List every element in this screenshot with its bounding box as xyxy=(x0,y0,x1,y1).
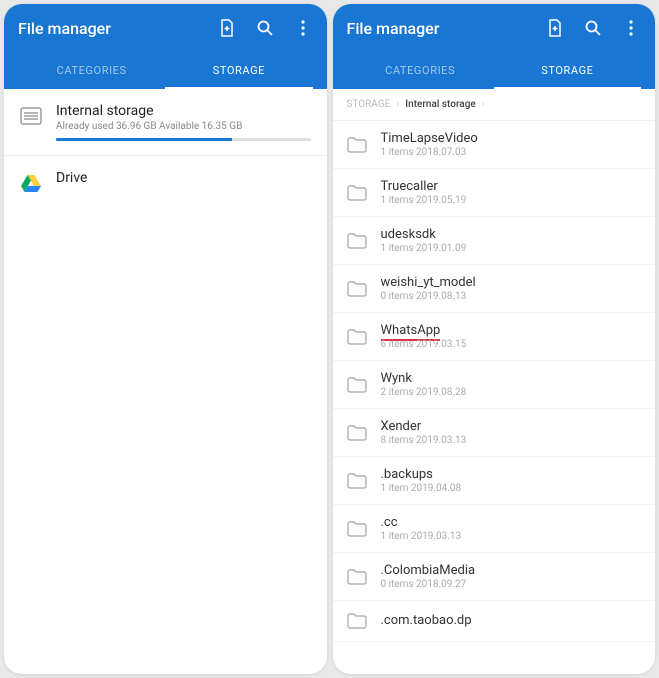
folder-name: .com.taobao.dp xyxy=(381,613,472,628)
storage-bar-fill xyxy=(56,138,232,141)
body-right: STORAGE › Internal storage › TimeLapseVi… xyxy=(333,89,656,674)
folder-sub: 1 items 2019.01.09 xyxy=(381,243,467,254)
drive-info: Drive xyxy=(56,170,311,188)
folder-sub: 1 items 2019.05.19 xyxy=(381,195,467,206)
folder-name: .ColombiaMedia xyxy=(381,563,476,578)
folder-row[interactable]: .ColombiaMedia0 items 2018.09.27 xyxy=(333,553,656,601)
chevron-right-icon: › xyxy=(396,99,399,110)
folder-row[interactable]: .cc1 item 2019.03.13 xyxy=(333,505,656,553)
search-icon[interactable] xyxy=(583,18,603,38)
body-left: Internal storage Already used 36.96 GB A… xyxy=(4,89,327,674)
folder-row[interactable]: Xender8 items 2019.03.13 xyxy=(333,409,656,457)
folder-name: Wynk xyxy=(381,371,467,386)
tab-categories[interactable]: CATEGORIES xyxy=(18,54,165,89)
tab-storage-r[interactable]: STORAGE xyxy=(494,54,641,89)
folder-name: WhatsApp xyxy=(381,323,467,338)
folder-list[interactable]: TimeLapseVideo1 items 2018.07.03 Truecall… xyxy=(333,121,656,672)
storage-bar xyxy=(56,138,311,141)
internal-storage-sub: Already used 36.96 GB Available 16.35 GB xyxy=(56,121,311,132)
more-icon[interactable] xyxy=(621,18,641,38)
folder-info: .cc1 item 2019.03.13 xyxy=(381,515,462,542)
folder-sub: 0 items 2019.08.13 xyxy=(381,291,476,302)
folder-icon xyxy=(347,135,367,155)
folder-icon xyxy=(347,327,367,347)
chevron-right-icon: › xyxy=(482,99,485,110)
folder-icon xyxy=(347,519,367,539)
folder-sub: 1 item 2019.03.13 xyxy=(381,531,462,542)
folder-sub: 1 items 2018.07.03 xyxy=(381,147,478,158)
folder-sub: 6 items 2019.03.15 xyxy=(381,339,467,350)
folder-info: .com.taobao.dp xyxy=(381,613,472,629)
folder-icon xyxy=(347,471,367,491)
header-top-r: File manager xyxy=(347,18,642,38)
folder-row[interactable]: .com.taobao.dp xyxy=(333,601,656,642)
folder-info: .backups1 item 2019.04.08 xyxy=(381,467,462,494)
drive-row[interactable]: Drive xyxy=(4,156,327,208)
folder-info: Truecaller1 items 2019.05.19 xyxy=(381,179,467,206)
folder-name: weishi_yt_model xyxy=(381,275,476,290)
tab-categories-r[interactable]: CATEGORIES xyxy=(347,54,494,89)
folder-info: TimeLapseVideo1 items 2018.07.03 xyxy=(381,131,478,158)
folder-sub: 8 items 2019.03.13 xyxy=(381,435,467,446)
internal-storage-name: Internal storage xyxy=(56,103,311,119)
internal-storage-icon xyxy=(20,105,42,127)
folder-name: Xender xyxy=(381,419,467,434)
folder-row[interactable]: Truecaller1 items 2019.05.19 xyxy=(333,169,656,217)
folder-icon xyxy=(347,423,367,443)
phone-left: File manager xyxy=(4,4,327,674)
header-top: File manager xyxy=(18,18,313,38)
internal-storage-info: Internal storage Already used 36.96 GB A… xyxy=(56,103,311,141)
app-title-r: File manager xyxy=(347,19,440,38)
search-icon[interactable] xyxy=(255,18,275,38)
tabs-r: CATEGORIES STORAGE xyxy=(347,54,642,89)
folder-info: weishi_yt_model0 items 2019.08.13 xyxy=(381,275,476,302)
folder-row[interactable]: udesksdk1 items 2019.01.09 xyxy=(333,217,656,265)
drive-icon xyxy=(20,172,42,194)
folder-row[interactable]: weishi_yt_model0 items 2019.08.13 xyxy=(333,265,656,313)
folder-info: .ColombiaMedia0 items 2018.09.27 xyxy=(381,563,476,590)
folder-sub: 1 item 2019.04.08 xyxy=(381,483,462,494)
new-file-icon[interactable] xyxy=(545,18,565,38)
folder-name: Truecaller xyxy=(381,179,467,194)
folder-row[interactable]: Wynk2 items 2019.08.28 xyxy=(333,361,656,409)
folder-info: WhatsApp6 items 2019.03.15 xyxy=(381,323,467,350)
header-icons xyxy=(217,18,313,38)
folder-row[interactable]: TimeLapseVideo1 items 2018.07.03 xyxy=(333,121,656,169)
folder-name: TimeLapseVideo xyxy=(381,131,478,146)
app-title: File manager xyxy=(18,19,111,38)
folder-name: udesksdk xyxy=(381,227,467,242)
folder-info: Xender8 items 2019.03.13 xyxy=(381,419,467,446)
internal-storage-row[interactable]: Internal storage Already used 36.96 GB A… xyxy=(4,89,327,156)
tab-storage[interactable]: STORAGE xyxy=(165,54,312,89)
folder-icon xyxy=(347,231,367,251)
phone-right: File manager xyxy=(333,4,656,674)
drive-name: Drive xyxy=(56,170,311,186)
breadcrumb[interactable]: STORAGE › Internal storage › xyxy=(333,89,656,121)
folder-info: Wynk2 items 2019.08.28 xyxy=(381,371,467,398)
folder-icon xyxy=(347,567,367,587)
folder-sub: 0 items 2018.09.27 xyxy=(381,579,476,590)
breadcrumb-current: Internal storage xyxy=(405,99,475,110)
tabs: CATEGORIES STORAGE xyxy=(18,54,313,89)
folder-name: .backups xyxy=(381,467,462,482)
folder-name: .cc xyxy=(381,515,462,530)
folder-row[interactable]: .backups1 item 2019.04.08 xyxy=(333,457,656,505)
folder-icon xyxy=(347,375,367,395)
folder-row[interactable]: WhatsApp6 items 2019.03.15 xyxy=(333,313,656,361)
new-file-icon[interactable] xyxy=(217,18,237,38)
more-icon[interactable] xyxy=(293,18,313,38)
folder-info: udesksdk1 items 2019.01.09 xyxy=(381,227,467,254)
app-header: File manager xyxy=(4,4,327,89)
folder-icon xyxy=(347,611,367,631)
app-header-r: File manager xyxy=(333,4,656,89)
folder-icon xyxy=(347,183,367,203)
folder-icon xyxy=(347,279,367,299)
header-icons-r xyxy=(545,18,641,38)
folder-sub: 2 items 2019.08.28 xyxy=(381,387,467,398)
breadcrumb-root[interactable]: STORAGE xyxy=(347,99,391,110)
